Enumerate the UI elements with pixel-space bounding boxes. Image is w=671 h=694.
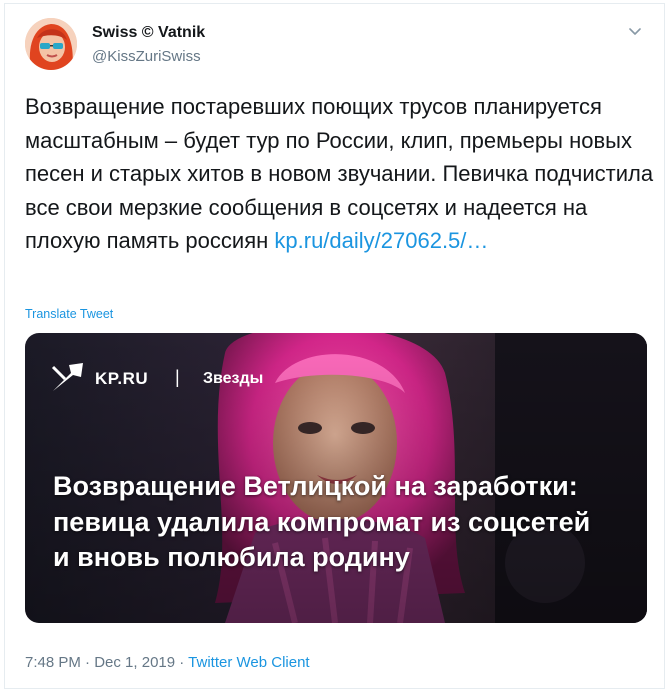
tweet-time[interactable]: 7:48 PM	[25, 654, 81, 671]
author-name[interactable]: Swiss © Vatnik	[92, 24, 205, 42]
avatar[interactable]	[25, 18, 77, 70]
chevron-down-icon[interactable]	[626, 22, 644, 40]
tweet-text: Возвращение постаревших поющих трусов пл…	[25, 90, 655, 258]
meta-separator: ·	[80, 654, 95, 671]
media-site-name: KP.RU	[95, 369, 149, 388]
tweet-client-link[interactable]: Twitter Web Client	[188, 654, 309, 671]
avatar-image	[25, 18, 77, 70]
media-separator: |	[175, 367, 180, 387]
kp-bird-logo	[51, 363, 83, 391]
author-handle[interactable]: @KissZuriSwiss	[92, 48, 201, 65]
tweet-meta: 7:48 PM · Dec 1, 2019 · Twitter Web Clie…	[25, 654, 310, 671]
translate-tweet-link[interactable]: Translate Tweet	[25, 307, 113, 321]
tweet-card: Swiss © Vatnik @KissZuriSwiss Возвращени…	[4, 3, 665, 689]
tweet-date[interactable]: Dec 1, 2019	[94, 654, 175, 671]
media-headline: Возвращение Ветлицкой на заработки: певи…	[53, 471, 591, 572]
link-card-image[interactable]: KP.RU | Звезды Возвращение Ветлицкой на …	[25, 333, 647, 623]
meta-separator-2: ·	[175, 654, 189, 671]
media-section: Звезды	[203, 370, 264, 387]
tweet-link[interactable]: kp.ru/daily/27062.5/…	[274, 228, 488, 253]
